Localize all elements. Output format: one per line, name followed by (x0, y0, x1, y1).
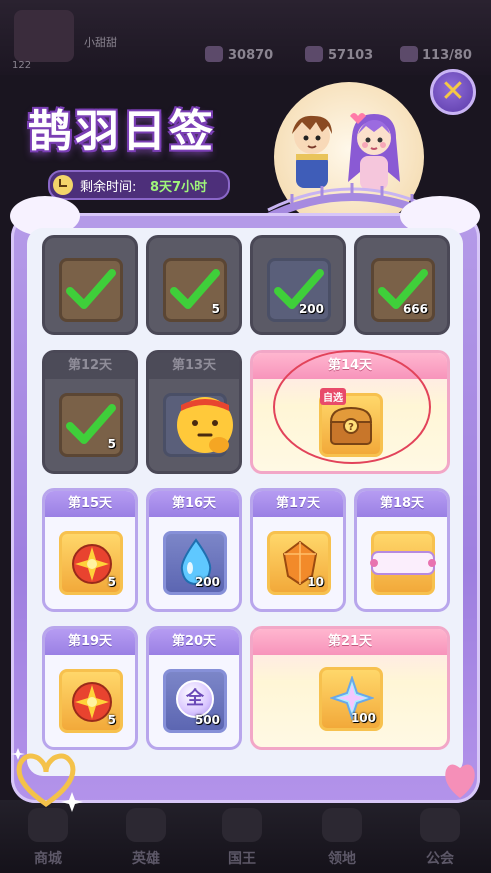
reward-slot: 5 (59, 531, 123, 595)
day-label: 第19天 (45, 629, 135, 655)
timer-value: 8天7小时 (150, 180, 208, 195)
hero-nav-icon[interactable] (126, 808, 166, 842)
highlight-circle (273, 350, 431, 464)
day-label: 第12天 (45, 353, 135, 379)
checkmark-icon (66, 269, 116, 309)
reward-slot: 全 500 (163, 669, 227, 733)
name-frame-icon (370, 551, 436, 575)
nav-guild[interactable]: 公会 (410, 848, 470, 868)
day-cell-21[interactable]: 第21天 100 (250, 626, 450, 750)
day-cell-claimed[interactable]: 5 (146, 235, 242, 335)
reward-quantity: 200 (298, 302, 324, 316)
player-level: 122 (12, 60, 32, 71)
day-cell-12[interactable]: 第12天 5 (42, 350, 138, 474)
reward-quantity: 5 (107, 713, 116, 727)
resource-stamina: 113/80 (422, 48, 472, 63)
player-name: 小甜甜 (84, 36, 117, 49)
day-label: 第20天 (149, 629, 239, 655)
guild-nav-icon[interactable] (420, 808, 460, 842)
diamond-icon (205, 46, 223, 62)
reward-slot: 5 (59, 393, 123, 457)
nav-territory[interactable]: 领地 (312, 848, 372, 868)
reward-quantity: 100 (350, 711, 376, 725)
day-label: 第17天 (253, 491, 343, 517)
reward-quantity: 5 (107, 575, 116, 589)
coin-icon (305, 46, 323, 62)
reward-slot: 200 (267, 258, 331, 322)
reward-slot: 666 (371, 258, 435, 322)
reward-quantity: 5 (211, 302, 220, 316)
stamina-icon (400, 46, 418, 62)
day-cell-claimed[interactable]: 200 (250, 235, 346, 335)
day-cell-16[interactable]: 第16天 200 (146, 488, 242, 612)
heart-sparkle-decoration (11, 748, 83, 812)
reward-quantity: 666 (402, 302, 428, 316)
reward-slot (59, 258, 123, 322)
day-cell-17[interactable]: 第17天 10 (250, 488, 346, 612)
day-label: 第16天 (149, 491, 239, 517)
day-label: 第13天 (149, 353, 239, 379)
reward-quantity: 10 (307, 575, 324, 589)
event-title: 鹊羽日签 (28, 106, 216, 157)
nav-king[interactable]: 国王 (212, 848, 272, 868)
nav-shop[interactable]: 商城 (18, 848, 78, 868)
king-nav-icon[interactable] (222, 808, 262, 842)
event-title-banner: 鹊羽日签 (20, 95, 300, 175)
reward-slot: 5 (163, 258, 227, 322)
day-cell-15[interactable]: 第15天 5 (42, 488, 138, 612)
day-cell-18[interactable]: 第18天 (354, 488, 450, 612)
reward-slot: 200 (163, 531, 227, 595)
day-label: 第21天 (253, 629, 447, 655)
reward-quantity: 500 (194, 713, 220, 727)
reward-slot: 10 (267, 531, 331, 595)
reward-quantity: 200 (194, 575, 220, 589)
territory-nav-icon[interactable] (322, 808, 362, 842)
close-icon: ✕ (440, 74, 466, 109)
reward-slot: 5 (59, 669, 123, 733)
girl-character (348, 113, 400, 190)
nav-heroes[interactable]: 英雄 (116, 848, 176, 868)
thinking-emoji-icon (177, 397, 233, 453)
reward-slot: 100 (319, 667, 383, 731)
day-cell-claimed[interactable] (42, 235, 138, 335)
day-cell-19[interactable]: 第19天 5 (42, 626, 138, 750)
day-label: 第18天 (357, 491, 447, 517)
day-cell-13[interactable]: 第13天 (146, 350, 242, 474)
shop-nav-icon[interactable] (28, 808, 68, 842)
day-cell-20[interactable]: 第20天 全 500 (146, 626, 242, 750)
pink-heart-decoration (445, 764, 475, 798)
reward-slot (370, 531, 436, 595)
timer-label: 剩余时间: (80, 180, 137, 195)
resource-diamonds: 30870 (228, 48, 274, 63)
countdown-timer: 剩余时间: 8天7小时 (48, 170, 230, 200)
clock-icon (53, 175, 73, 195)
reward-quantity: 5 (107, 437, 116, 451)
close-button[interactable]: ✕ (430, 69, 476, 115)
resource-coins: 57103 (328, 48, 374, 63)
player-avatar[interactable] (14, 10, 74, 62)
day-label: 第15天 (45, 491, 135, 517)
day-cell-claimed[interactable]: 666 (354, 235, 450, 335)
